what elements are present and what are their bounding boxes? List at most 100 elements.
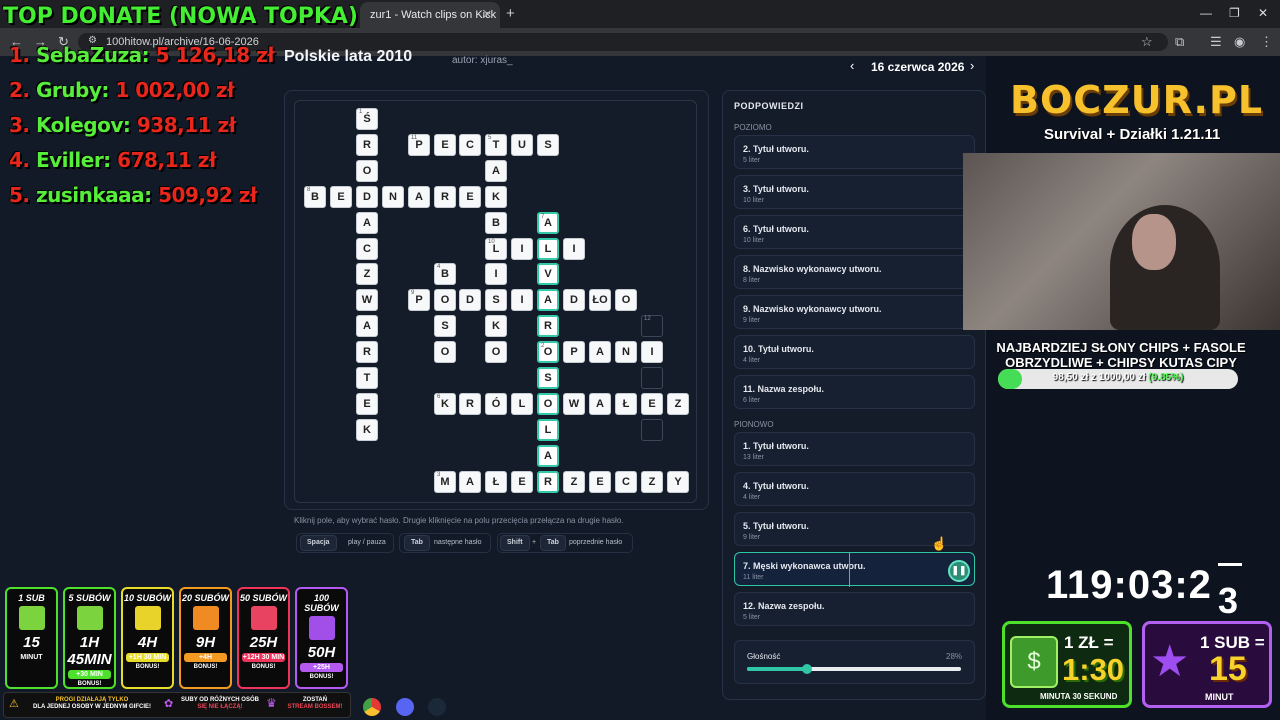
crossword-cell[interactable]: I [511, 289, 533, 311]
menu-icon[interactable]: ⋮ [1260, 34, 1273, 50]
crossword-cell[interactable]: O [434, 341, 456, 363]
clue-item[interactable]: 10. Tytuł utworu. 4 liter [734, 335, 975, 369]
crossword-cell[interactable]: Z [667, 393, 689, 415]
crossword-cell[interactable]: I [563, 238, 585, 260]
crossword-cell[interactable]: R [537, 315, 559, 337]
crossword-cell[interactable]: A [485, 160, 507, 182]
crossword-cell[interactable]: E [356, 393, 378, 415]
crossword-cell[interactable]: S [434, 315, 456, 337]
crossword-cell[interactable]: Z [563, 471, 585, 493]
crossword-cell[interactable]: A [537, 289, 559, 311]
crossword-cell[interactable]: R [459, 393, 481, 415]
crossword-cell[interactable]: Ó [485, 393, 507, 415]
crossword-cell[interactable]: E [589, 471, 611, 493]
tab-close-icon[interactable]: ✕ [483, 8, 492, 21]
crossword-cell[interactable]: K [485, 186, 507, 208]
crossword-cell[interactable]: L [537, 419, 559, 441]
crossword-cell[interactable]: 9P [408, 289, 430, 311]
crossword-cell[interactable]: 6K [434, 393, 456, 415]
clue-item[interactable]: 11. Nazwa zespołu. 6 liter [734, 375, 975, 409]
crossword-cell[interactable]: R [537, 471, 559, 493]
browser-tab[interactable]: zur1 - Watch clips on Kick ✕ [360, 2, 500, 28]
crossword-cell[interactable]: R [356, 134, 378, 156]
pause-button[interactable]: ❚❚ [948, 560, 970, 582]
crossword-cell[interactable]: Ł [485, 471, 507, 493]
clue-item[interactable]: 8. Nazwisko wykonawcy utworu. 8 liter [734, 255, 975, 289]
crossword-cell[interactable]: 12 [641, 315, 663, 337]
crossword-cell[interactable]: D [563, 289, 585, 311]
crossword-cell[interactable]: 11 P [408, 134, 430, 156]
close-window-icon[interactable]: ✕ [1258, 6, 1268, 20]
prev-date-icon[interactable]: ‹ [850, 58, 854, 73]
crossword-cell[interactable]: E [641, 393, 663, 415]
crossword-cell[interactable]: A [589, 341, 611, 363]
crossword-cell[interactable]: ŁO [589, 289, 611, 311]
crossword-cell[interactable]: O [434, 289, 456, 311]
crossword-cell[interactable]: A [408, 186, 430, 208]
crossword-cell[interactable]: S [485, 289, 507, 311]
crossword-cell[interactable]: Ł [615, 393, 637, 415]
crossword-cell[interactable]: A [537, 445, 559, 467]
crossword-cell[interactable]: 1Ś [356, 108, 378, 130]
crossword-cell[interactable]: K [356, 419, 378, 441]
crossword-cell[interactable]: A [459, 471, 481, 493]
crossword-cell[interactable]: 10 L [485, 238, 507, 260]
crossword-cell[interactable]: O [615, 289, 637, 311]
crossword-cell[interactable]: C [356, 238, 378, 260]
crossword-cell[interactable]: S [537, 134, 559, 156]
crossword-cell[interactable]: I [485, 263, 507, 285]
clue-item[interactable]: 1. Tytuł utworu. 13 liter [734, 432, 975, 466]
crossword-cell[interactable]: C [615, 471, 637, 493]
minimize-icon[interactable]: — [1200, 6, 1212, 20]
crossword-cell[interactable]: V [537, 263, 559, 285]
crossword-cell[interactable]: 5T [485, 134, 507, 156]
crossword-cell[interactable]: L [537, 238, 559, 260]
crossword-cell[interactable]: D [356, 186, 378, 208]
extensions-icon[interactable]: ⧉ [1175, 34, 1184, 50]
crossword-cell[interactable]: S [537, 367, 559, 389]
crossword-cell[interactable]: W [356, 289, 378, 311]
crossword-cell[interactable]: E [459, 186, 481, 208]
crossword-cell[interactable]: 4B [434, 263, 456, 285]
crossword-cell[interactable]: T [356, 367, 378, 389]
bookmark-star-icon[interactable]: ☆ [1141, 34, 1153, 50]
crossword-cell[interactable]: 3M [434, 471, 456, 493]
volume-knob[interactable] [802, 664, 812, 674]
crossword-cell[interactable]: I [641, 341, 663, 363]
crossword-cell[interactable]: 7A [537, 212, 559, 234]
crossword-cell[interactable]: W [563, 393, 585, 415]
restore-icon[interactable]: ❐ [1229, 6, 1240, 20]
crossword-cell[interactable]: O [537, 393, 559, 415]
clue-item[interactable]: 3. Tytuł utworu. 10 liter [734, 175, 975, 209]
crossword-cell[interactable]: 2O [537, 341, 559, 363]
crossword-cell[interactable]: K [485, 315, 507, 337]
crossword-cell[interactable]: A [589, 393, 611, 415]
crossword-cell[interactable] [641, 419, 663, 441]
crossword-cell[interactable]: Z [641, 471, 663, 493]
crossword-cell[interactable]: P [563, 341, 585, 363]
crossword-cell[interactable]: Y [667, 471, 689, 493]
profile-icon[interactable]: ◉ [1234, 34, 1245, 50]
crossword-cell[interactable]: L [511, 393, 533, 415]
clue-item[interactable]: 2. Tytuł utworu. 5 liter [734, 135, 975, 169]
clue-item[interactable]: 7. Męski wykonawca utworu. 11 liter [734, 552, 975, 586]
crossword-cell[interactable]: N [615, 341, 637, 363]
clue-item[interactable]: 6. Tytuł utworu. 10 liter [734, 215, 975, 249]
crossword-cell[interactable]: I [511, 238, 533, 260]
crossword-cell[interactable]: O [356, 160, 378, 182]
crossword-cell[interactable]: Z [356, 263, 378, 285]
crossword-cell[interactable]: C [459, 134, 481, 156]
crossword-cell[interactable]: R [356, 341, 378, 363]
crossword-cell[interactable]: 8B [304, 186, 326, 208]
crossword-cell[interactable]: D [459, 289, 481, 311]
next-date-icon[interactable]: › [970, 58, 974, 73]
clue-item[interactable]: 12. Nazwa zespołu. 5 liter [734, 592, 975, 626]
chrome-icon[interactable] [363, 698, 381, 716]
discord-icon[interactable] [396, 698, 414, 716]
crossword-cell[interactable]: E [330, 186, 352, 208]
crossword-cell[interactable]: A [356, 212, 378, 234]
crossword-cell[interactable]: R [434, 186, 456, 208]
media-icon[interactable]: ☰ [1210, 34, 1222, 50]
clue-item[interactable]: 9. Nazwisko wykonawcy utworu. 9 liter [734, 295, 975, 329]
crossword-cell[interactable]: N [382, 186, 404, 208]
